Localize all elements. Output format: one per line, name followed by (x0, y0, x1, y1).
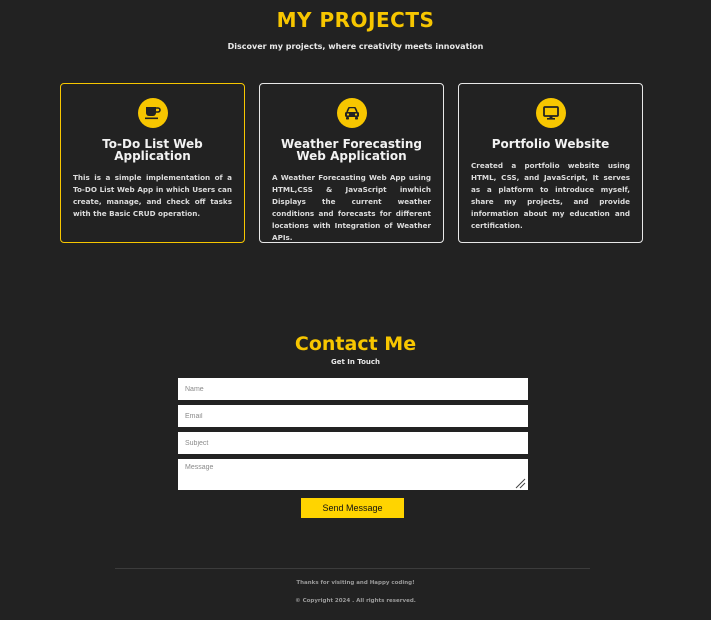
project-description: This is a simple implementation of a To-… (73, 173, 232, 218)
contact-title: Contact Me (294, 333, 417, 355)
subject-input[interactable] (178, 432, 528, 454)
project-description: Created a portfolio website using HTML, … (471, 161, 630, 230)
project-title: Weather Forecasting Web Application (281, 137, 422, 163)
desktop-icon (535, 98, 566, 128)
footer-divider (115, 568, 590, 569)
footer-copyright: © Copyright 2024 . All rights reserved. (295, 598, 416, 604)
projects-subtitle: Discover my projects, where creativity m… (227, 42, 484, 51)
contact-subtitle: Get In Touch (330, 358, 381, 366)
project-title: To-Do List Web Application (102, 137, 203, 163)
coffee-icon (137, 98, 168, 128)
projects-title: MY PROJECTS (276, 8, 435, 32)
footer-thanks-text: Thanks for visiting and Happy coding! (296, 580, 415, 586)
project-card-todo[interactable]: To-Do List Web Application This is a sim… (60, 83, 245, 243)
project-card-portfolio[interactable]: Portfolio Website Created a portfolio we… (458, 83, 643, 243)
send-message-button[interactable]: Send Message (301, 498, 404, 518)
project-title: Portfolio Website (491, 137, 610, 151)
email-input[interactable] (178, 405, 528, 427)
project-description: A Weather Forecasting Web App using HTML… (272, 173, 431, 242)
name-input[interactable] (178, 378, 528, 400)
car-icon (336, 98, 367, 128)
project-card-weather[interactable]: Weather Forecasting Web Application A We… (259, 83, 444, 243)
resize-handle-icon[interactable] (514, 477, 526, 489)
message-textarea[interactable] (178, 459, 528, 490)
